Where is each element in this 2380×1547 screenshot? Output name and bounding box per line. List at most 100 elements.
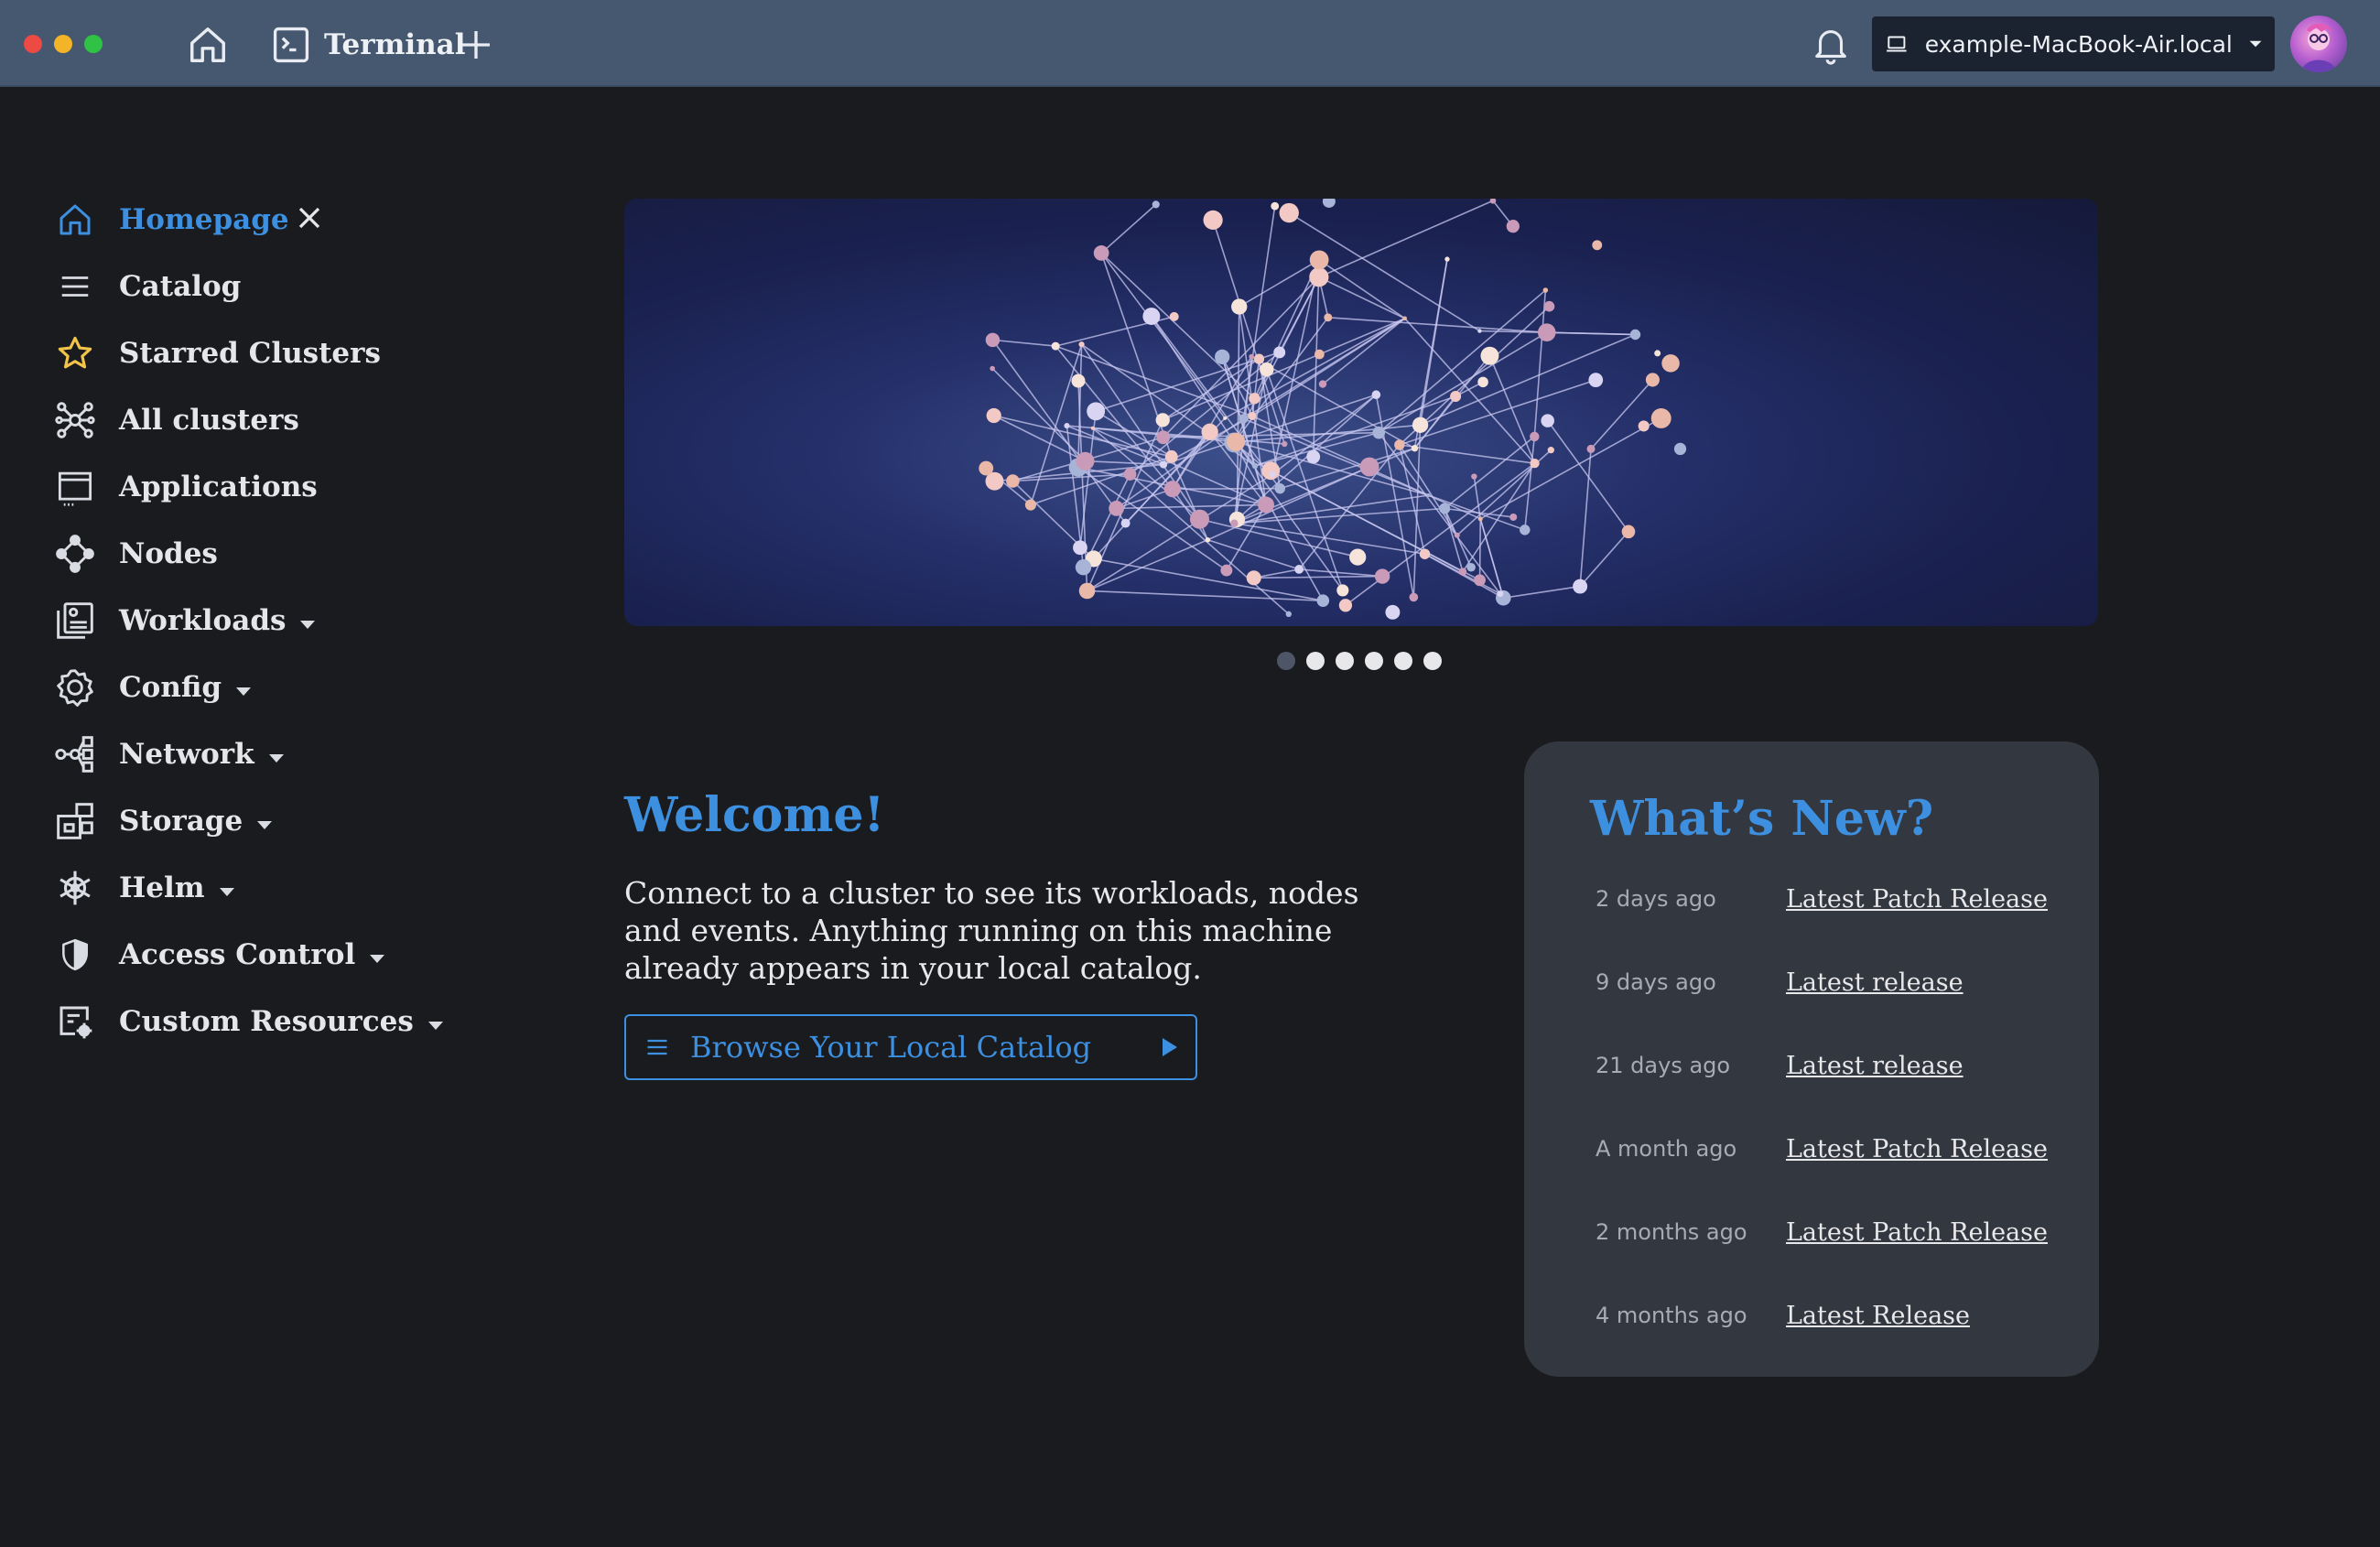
sidebar-item-label: Nodes (119, 537, 218, 570)
chevron-down-icon (300, 620, 316, 629)
close-homepage-button[interactable] (291, 200, 328, 236)
list-icon (51, 263, 99, 310)
network-sphere-illustration (979, 199, 1687, 620)
news-item: 21 days ago Latest release (1596, 1043, 1964, 1088)
news-item: 9 days ago Latest release (1596, 959, 1964, 1005)
news-link[interactable]: Latest Patch Release (1786, 1218, 2048, 1247)
host-label: example-MacBook-Air.local (1924, 30, 2233, 58)
sidebar-item-label: Homepage (119, 203, 289, 236)
news-age: 2 days ago (1596, 886, 1716, 912)
news-age: 9 days ago (1596, 969, 1716, 995)
carousel-dot[interactable] (1423, 652, 1442, 670)
nodes-icon (51, 530, 99, 578)
window-minimize-button[interactable] (54, 35, 72, 53)
news-item: 2 months ago Latest Patch Release (1596, 1209, 2048, 1255)
sidebar-item-label: Starred Clusters (119, 337, 381, 370)
home-icon (51, 196, 99, 243)
notifications-button[interactable] (1803, 18, 1858, 70)
sidebar-item-storage[interactable]: Storage (51, 794, 273, 849)
sidebar-item-nodes[interactable]: Nodes (51, 526, 218, 581)
sidebar-item-starred-clusters[interactable]: Starred Clusters (51, 326, 381, 381)
bell-icon (1815, 30, 1846, 65)
chevron-down-icon (219, 887, 234, 896)
sidebar-item-catalog[interactable]: Catalog (51, 259, 241, 314)
chevron-down-icon (257, 820, 273, 829)
sidebar-item-helm[interactable]: Helm (51, 860, 234, 915)
news-item: 4 months ago Latest Release (1596, 1293, 1970, 1338)
avatar[interactable] (2290, 16, 2347, 72)
sidebar-item-label: Applications (119, 471, 318, 503)
terminal-label: Terminal (324, 28, 466, 61)
star-icon (51, 330, 99, 377)
list-icon (647, 1039, 667, 1055)
sidebar-item-config[interactable]: Config (51, 660, 252, 715)
plus-icon (462, 31, 490, 59)
terminal-button[interactable]: Terminal (271, 20, 466, 70)
sidebar-item-custom-resources[interactable]: Custom Resources (51, 994, 443, 1049)
home-icon (190, 27, 225, 62)
shield-icon (51, 931, 99, 979)
browse-local-catalog-button[interactable]: Browse Your Local Catalog (624, 1014, 1197, 1080)
news-link[interactable]: Latest Patch Release (1786, 885, 2048, 914)
welcome-title: Welcome! (624, 787, 885, 843)
custom-resources-icon (51, 998, 99, 1045)
sidebar-item-homepage[interactable]: Homepage (51, 192, 289, 247)
chevron-down-icon (427, 1021, 443, 1030)
cluster-icon (51, 396, 99, 444)
whats-new-title: What’s New? (1590, 791, 1934, 847)
news-item: A month ago Latest Patch Release (1596, 1126, 2048, 1172)
sidebar-item-label: All clusters (119, 404, 299, 437)
news-link[interactable]: Latest Patch Release (1786, 1135, 2048, 1163)
laptop-icon (1887, 36, 1907, 52)
sidebar-item-access-control[interactable]: Access Control (51, 927, 385, 982)
terminal-icon (273, 27, 309, 63)
news-link[interactable]: Latest release (1786, 968, 1964, 997)
sidebar-item-applications[interactable]: Applications (51, 460, 318, 514)
sidebar-item-label: Catalog (119, 270, 242, 303)
window-icon (51, 463, 99, 511)
sidebar-item-label: Storage (119, 805, 243, 838)
helm-icon (51, 864, 99, 912)
sidebar-item-label: Config (119, 671, 222, 704)
carousel-dot[interactable] (1394, 652, 1412, 670)
news-link[interactable]: Latest release (1786, 1052, 1964, 1080)
sidebar-item-network[interactable]: Network (51, 727, 284, 782)
chevron-down-icon (268, 753, 284, 763)
whats-new-card: What’s New? 2 days ago Latest Patch Rele… (1524, 741, 2099, 1377)
news-age: 21 days ago (1596, 1053, 1731, 1078)
sidebar-item-label: Workloads (119, 604, 287, 637)
chevron-down-icon (370, 954, 385, 963)
news-item: 2 days ago Latest Patch Release (1596, 876, 2048, 922)
carousel-dot[interactable] (1336, 652, 1354, 670)
title-bar: Terminal example-MacBook-Air.local (0, 0, 2380, 87)
carousel-dot[interactable] (1365, 652, 1383, 670)
news-age: 4 months ago (1596, 1303, 1747, 1328)
play-icon (1163, 1038, 1177, 1056)
welcome-description: Connect to a cluster to see its workload… (624, 875, 1359, 986)
sidebar-item-label: Access Control (119, 938, 356, 971)
carousel-dot[interactable] (1306, 652, 1325, 670)
window-maximize-button[interactable] (84, 35, 103, 53)
home-button[interactable] (183, 20, 233, 70)
gear-icon (51, 664, 99, 711)
avatar-image (2301, 23, 2336, 72)
chevron-down-icon (236, 687, 252, 696)
hero-carousel-image (624, 199, 2098, 626)
browse-button-label: Browse Your Local Catalog (690, 1030, 1092, 1065)
network-icon (51, 730, 99, 778)
news-link[interactable]: Latest Release (1786, 1302, 1970, 1330)
new-tab-button[interactable] (456, 20, 496, 70)
close-icon (298, 207, 320, 229)
storage-icon (51, 797, 99, 845)
host-selector[interactable]: example-MacBook-Air.local (1872, 16, 2275, 71)
sidebar-item-workloads[interactable]: Workloads (51, 593, 316, 648)
carousel-dot[interactable] (1277, 652, 1295, 670)
news-age: A month ago (1596, 1136, 1737, 1162)
sidebar-item-all-clusters[interactable]: All clusters (51, 393, 299, 448)
sidebar-item-label: Helm (119, 871, 205, 904)
chevron-down-icon (2249, 40, 2262, 48)
sidebar-item-label: Custom Resources (119, 1005, 414, 1038)
carousel-pagination (1277, 652, 1442, 670)
workloads-icon (51, 597, 99, 644)
window-close-button[interactable] (24, 35, 42, 53)
